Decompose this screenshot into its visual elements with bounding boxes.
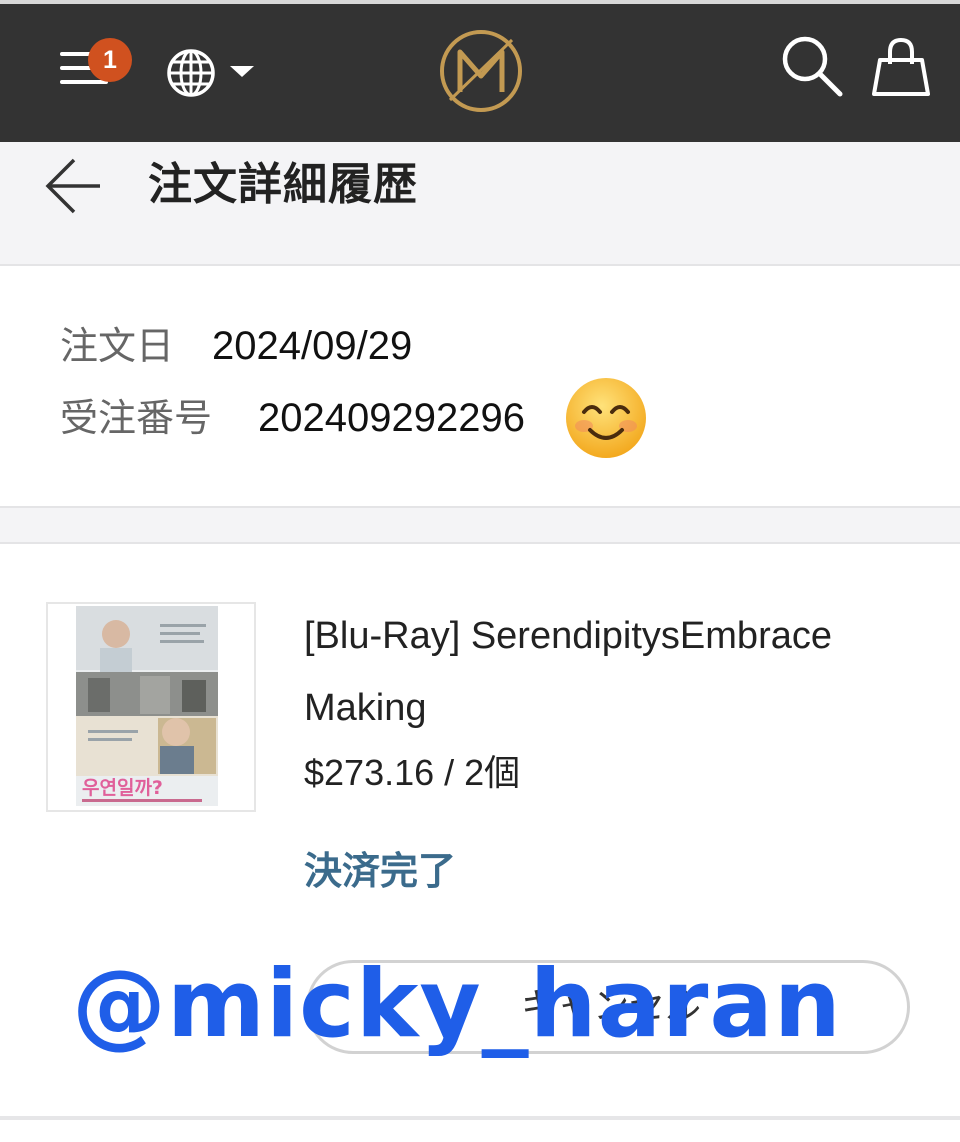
smiling-face-emoji xyxy=(566,378,646,458)
page-header xyxy=(0,142,960,266)
site-logo[interactable] xyxy=(436,26,526,116)
page-title: 注文詳細履歴 xyxy=(148,159,418,210)
search-icon xyxy=(782,36,843,97)
product-name[interactable]: [Blu-Ray] SerendipitysEmbrace Making xyxy=(304,600,924,744)
product-thumbnail[interactable]: 우연일까? xyxy=(46,602,256,812)
order-date-value: 2024/09/29 xyxy=(212,324,413,368)
cart-button[interactable] xyxy=(868,34,934,100)
language-selector[interactable] xyxy=(166,48,262,98)
shopping-bag-icon xyxy=(872,37,930,96)
payment-status: 決済完了 xyxy=(304,849,457,893)
search-button[interactable] xyxy=(780,34,844,98)
chevron-down-icon xyxy=(230,66,254,77)
globe-icon xyxy=(167,49,254,97)
order-number-label: 受注番号 xyxy=(60,396,213,440)
notification-badge: 1 xyxy=(88,38,132,82)
bottom-divider xyxy=(0,1116,960,1120)
section-divider xyxy=(0,506,960,544)
poster-image: 우연일까? xyxy=(76,606,218,806)
m-monogram-logo xyxy=(440,30,522,112)
product-price: $273.16 / 2個 xyxy=(304,752,521,793)
watermark-text: @micky_haran xyxy=(72,950,842,1059)
poster-title: 우연일까? xyxy=(82,777,163,799)
back-arrow-icon xyxy=(45,158,100,214)
order-info-section xyxy=(0,266,960,506)
back-button[interactable] xyxy=(44,154,104,218)
order-number-value: 202409292296 xyxy=(258,396,525,440)
order-date-label: 注文日 xyxy=(60,324,175,368)
